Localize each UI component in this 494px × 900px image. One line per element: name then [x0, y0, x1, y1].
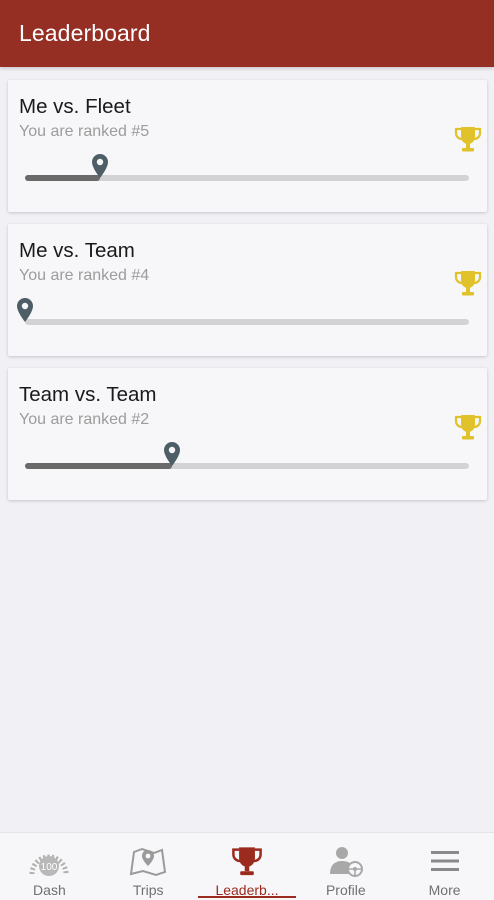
driver-profile-icon: [324, 843, 368, 879]
leaderboard-card-me-vs-team[interactable]: Me vs. Team You are ranked #4: [8, 224, 487, 356]
card-title: Me vs. Fleet: [19, 95, 131, 118]
nav-label: Trips: [132, 882, 164, 898]
nav-item-trips[interactable]: Trips: [99, 833, 198, 900]
trophy-icon: [454, 127, 482, 152]
rank-progress-fill: [25, 463, 172, 469]
bottom-navigation: 100 Dash Trips Leaderb... Profile More: [0, 832, 494, 900]
leaderboard-list: Me vs. Fleet You are ranked #5 Me vs. Te…: [8, 80, 487, 512]
nav-item-dash[interactable]: 100 Dash: [0, 833, 99, 900]
trophy-icon: [454, 415, 482, 440]
trophy-icon: [454, 271, 482, 296]
rank-text: You are ranked #2: [19, 411, 150, 428]
map-icon: [126, 843, 170, 879]
nav-item-leaderboard[interactable]: Leaderb...: [197, 833, 297, 900]
rank-progress-track: [25, 442, 469, 469]
nav-label: More: [428, 882, 461, 898]
rank-text: You are ranked #4: [19, 267, 150, 284]
page-title: Leaderboard: [19, 20, 151, 46]
menu-icon: [423, 843, 467, 879]
card-title: Me vs. Team: [19, 239, 135, 262]
nav-label: Profile: [325, 882, 366, 898]
rank-text: You are ranked #5: [19, 123, 150, 140]
rank-progress-track: [25, 154, 469, 181]
leaderboard-card-me-vs-fleet[interactable]: Me vs. Fleet You are ranked #5: [8, 80, 487, 212]
nav-item-more[interactable]: More: [395, 833, 494, 900]
location-marker-icon: [92, 154, 109, 178]
location-marker-icon: [17, 298, 33, 322]
app-bar: Leaderboard: [0, 0, 494, 67]
location-marker-icon: [163, 442, 180, 466]
svg-text:100: 100: [41, 862, 58, 873]
rank-progress-track: [17, 298, 469, 325]
active-tab-indicator: [197, 896, 297, 898]
speedometer-icon: 100: [27, 843, 71, 879]
nav-label: Dash: [33, 882, 66, 898]
trophy-icon: [225, 843, 269, 879]
nav-item-profile[interactable]: Profile: [296, 833, 395, 900]
card-title: Team vs. Team: [19, 383, 157, 406]
rank-progress-fill: [25, 175, 101, 181]
leaderboard-card-team-vs-team[interactable]: Team vs. Team You are ranked #2: [8, 368, 487, 500]
